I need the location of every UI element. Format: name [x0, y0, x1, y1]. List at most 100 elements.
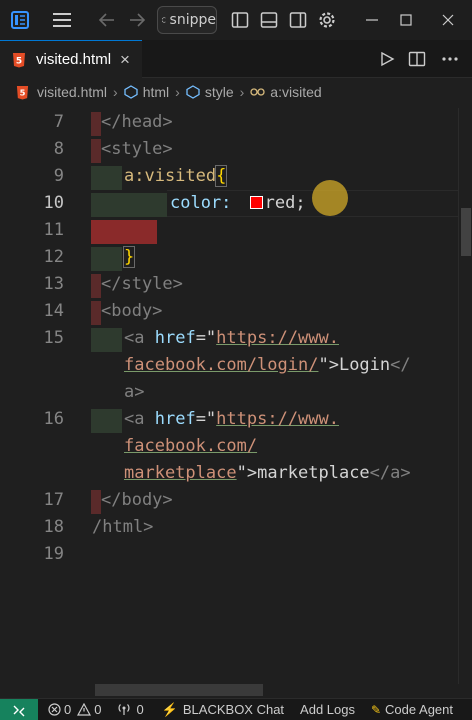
url-link[interactable]: facebook.com/ [124, 436, 257, 456]
minimize-icon[interactable] [360, 8, 384, 32]
element-icon [186, 85, 200, 99]
brace-token: } [122, 246, 136, 268]
tag-token: </body> [101, 490, 173, 510]
ports-count: 0 [136, 702, 144, 717]
ports-indicator[interactable]: 0 [117, 702, 144, 717]
breadcrumb-style[interactable]: style [186, 84, 234, 100]
link-text-token: Login [338, 355, 391, 375]
url-link[interactable]: marketplace [124, 463, 237, 483]
breadcrumb-html[interactable]: html [124, 84, 169, 100]
breadcrumb-style-label: style [204, 84, 234, 100]
code-agent-button[interactable]: ✎ Code Agent [371, 702, 453, 717]
line-number: 13 [43, 274, 64, 294]
tag-token: </a> [369, 463, 411, 483]
back-icon[interactable] [95, 8, 119, 32]
scrollbar-thumb[interactable] [461, 208, 471, 256]
maximize-icon[interactable] [394, 8, 418, 32]
split-editor-icon[interactable] [405, 47, 429, 71]
line-number: 16 [43, 409, 64, 429]
line-number: 11 [43, 220, 64, 240]
value-token: red; [264, 193, 306, 213]
code-line-14: <body> [101, 298, 162, 325]
link-text-token: marketplace [257, 463, 370, 483]
code-line-15-wrap: facebook.com/login/">Login</ [124, 352, 411, 379]
diff-marker [91, 490, 101, 514]
error-marker [91, 220, 157, 244]
tag-token: <a [124, 409, 145, 429]
menu-icon[interactable] [50, 8, 74, 32]
line-number: 18 [43, 517, 64, 537]
blackbox-chat-label: BLACKBOX Chat [182, 702, 285, 717]
tag-token: </style> [101, 274, 183, 294]
line-number: 8 [53, 139, 64, 159]
html-file-icon: 5 [13, 52, 25, 67]
more-actions-icon[interactable] [438, 47, 462, 71]
svg-text:5: 5 [16, 56, 22, 66]
code-editor[interactable]: 7 8 9 10 11 12 13 14 15 16 17 18 19 </he… [0, 106, 472, 684]
diff-marker [91, 112, 101, 136]
chevron-right-icon: › [175, 84, 180, 100]
close-icon[interactable] [436, 8, 460, 32]
indent-marker [91, 247, 122, 271]
url-link[interactable]: https://www. [216, 409, 339, 429]
indent-marker [91, 409, 122, 433]
brush-icon: ✎ [370, 702, 382, 717]
broadcast-icon [118, 704, 130, 715]
app-logo-icon[interactable] [8, 8, 32, 32]
search-query: snippe [169, 12, 216, 28]
line-number: 9 [53, 166, 64, 186]
warning-count: 0 [94, 702, 102, 717]
breadcrumb-selector[interactable]: a:visited [250, 84, 322, 100]
diff-marker [91, 301, 101, 325]
error-icon [48, 703, 61, 716]
tag-token: <a [124, 328, 145, 348]
forward-icon[interactable] [125, 8, 149, 32]
url-link[interactable]: facebook.com/login/ [124, 355, 318, 375]
url-link[interactable]: https://www. [216, 328, 339, 348]
horizontal-scrollbar[interactable] [95, 684, 263, 696]
breadcrumb-file[interactable]: 5 visited.html [16, 84, 107, 100]
tag-token: a> [124, 382, 145, 402]
tag-token: /html> [92, 517, 154, 537]
code-line-13: </style> [101, 271, 183, 298]
line-number: 15 [43, 328, 64, 348]
lightning-icon: ⚡ [161, 701, 178, 717]
run-icon[interactable] [375, 47, 399, 71]
code-line-16-wrap: marketplace">marketplace</a> [124, 460, 411, 487]
warning-icon [77, 703, 92, 716]
indent-marker [91, 328, 122, 352]
problems-indicator[interactable]: 0 0 [48, 702, 101, 717]
operator-token: =" [195, 409, 217, 429]
code-line-10: color: red; [170, 190, 306, 217]
toggle-secondary-sidebar-icon[interactable] [286, 8, 310, 32]
remote-icon [13, 705, 25, 716]
settings-icon[interactable] [315, 8, 339, 32]
breadcrumb-selector-label: a:visited [270, 84, 322, 100]
code-agent-label: Code Agent [385, 702, 453, 717]
tab-label: visited.html [36, 51, 112, 68]
toggle-panel-icon[interactable] [257, 8, 281, 32]
status-bar: 0 0 0 ⚡ BLACKBOX Chat Add Logs ✎ Code Ag… [0, 698, 472, 720]
code-line-7: </head> [101, 109, 173, 136]
code-line-9: a:visited{ [124, 163, 228, 190]
code-line-15-wrap: a> [124, 379, 144, 406]
error-count: 0 [64, 702, 72, 717]
blackbox-chat-button[interactable]: ⚡ BLACKBOX Chat [162, 702, 284, 718]
toggle-sidebar-icon[interactable] [228, 8, 252, 32]
search-icon [162, 17, 166, 23]
add-logs-button[interactable]: Add Logs [300, 702, 355, 717]
html-file-icon: 5 [16, 85, 29, 99]
tab-close-icon[interactable]: × [120, 50, 130, 70]
tab-visited-html[interactable]: 5 visited.html × [0, 40, 142, 78]
remote-indicator[interactable] [0, 698, 38, 720]
property-token: color: [170, 193, 232, 213]
command-center-search[interactable]: snippe [157, 6, 217, 34]
cursor-highlight [312, 180, 348, 216]
element-icon [124, 85, 138, 99]
vertical-scrollbar[interactable] [458, 108, 472, 684]
code-line-16-wrap: facebook.com/ [124, 433, 257, 460]
selector-icon [250, 88, 265, 96]
color-swatch[interactable] [249, 196, 263, 209]
breadcrumb-file-label: visited.html [37, 84, 108, 100]
operator-token: "> [236, 463, 258, 483]
